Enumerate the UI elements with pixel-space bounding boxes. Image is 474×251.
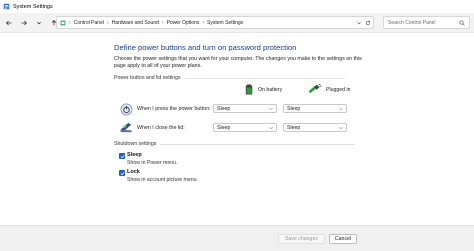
sleep-checkbox[interactable] [119,153,125,159]
search-placeholder: Search Control Panel [388,19,436,26]
breadcrumb-separator: › [69,19,71,26]
control-panel-icon [60,20,66,26]
checkmark-icon [120,154,124,158]
select-value: Sleep [287,124,301,131]
breadcrumb-separator: › [106,19,109,26]
address-bar[interactable]: › Control Panel › Hardware and Sound › P… [56,16,374,29]
power-button-icon [120,103,133,116]
section-divider [160,143,356,145]
save-changes-button[interactable]: Save changes [278,234,325,244]
breadcrumb-control-panel[interactable]: Control Panel [74,20,104,26]
search-icon[interactable] [459,20,465,26]
chevron-down-icon [269,107,273,111]
title-bar: System Settings [0,0,474,13]
breadcrumb-separator: › [161,19,164,26]
power-section-heading-text: Power button and lid settings [114,75,181,81]
column-on-battery-label: On battery [258,86,283,93]
checkmark-icon [120,171,124,175]
battery-icon [244,84,254,95]
address-dropdown-chevron-icon[interactable] [356,20,362,26]
navigation-bar: › Control Panel › Hardware and Sound › P… [0,13,474,33]
select-value: Sleep [287,105,301,112]
back-arrow-icon[interactable] [2,16,15,29]
breadcrumb-hardware-and-sound[interactable]: Hardware and Sound [112,20,159,26]
main-content: Define power buttons and turn on passwor… [0,34,474,251]
close-lid-label: When I close the lid: [137,125,185,131]
power-button-plugged-in-select[interactable]: Sleep [283,104,347,113]
select-value: Sleep [217,105,231,112]
forward-arrow-icon[interactable] [17,16,30,29]
window-title: System Settings [13,3,53,10]
recent-locations-chevron-icon[interactable] [32,16,45,29]
column-on-battery: On battery [244,84,282,95]
lock-description: Show in account picture menu. [127,177,198,183]
close-lid-plugged-in-select[interactable]: Sleep [283,123,347,132]
section-divider [184,77,345,79]
lock-checkbox-label[interactable]: Lock [127,169,140,175]
laptop-lid-icon [119,121,134,134]
page-title: Define power buttons and turn on passwor… [114,43,297,52]
plug-icon [308,84,322,95]
chevron-down-icon [339,107,343,111]
cancel-button[interactable]: Cancel [329,234,357,244]
page-intro: Choose the power settings that you want … [114,56,362,69]
sleep-description: Show in Power menu. [127,160,178,166]
footer-bar: Save changes Cancel [0,225,474,251]
column-plugged-in: Plugged in [308,84,351,95]
breadcrumb-separator: › [202,19,205,26]
refresh-icon[interactable] [365,20,371,26]
search-input[interactable]: Search Control Panel [383,16,470,29]
breadcrumb-system-settings[interactable]: System Settings [207,20,243,26]
control-panel-app-icon [3,3,10,10]
power-button-on-battery-select[interactable]: Sleep [213,104,277,113]
power-section-heading: Power button and lid settings [114,75,345,81]
chevron-down-icon [269,126,273,130]
lock-checkbox[interactable] [119,170,125,176]
sleep-checkbox-label[interactable]: Sleep [127,152,142,158]
column-plugged-in-label: Plugged in [326,86,351,93]
shutdown-section-heading-text: Shutdown settings [114,141,157,147]
shutdown-section-heading: Shutdown settings [114,141,356,147]
power-button-label: When I press the power button: [137,106,211,112]
close-lid-on-battery-select[interactable]: Sleep [213,123,277,132]
select-value: Sleep [217,124,231,131]
breadcrumb-power-options[interactable]: Power Options [167,20,200,26]
chevron-down-icon [339,126,343,130]
